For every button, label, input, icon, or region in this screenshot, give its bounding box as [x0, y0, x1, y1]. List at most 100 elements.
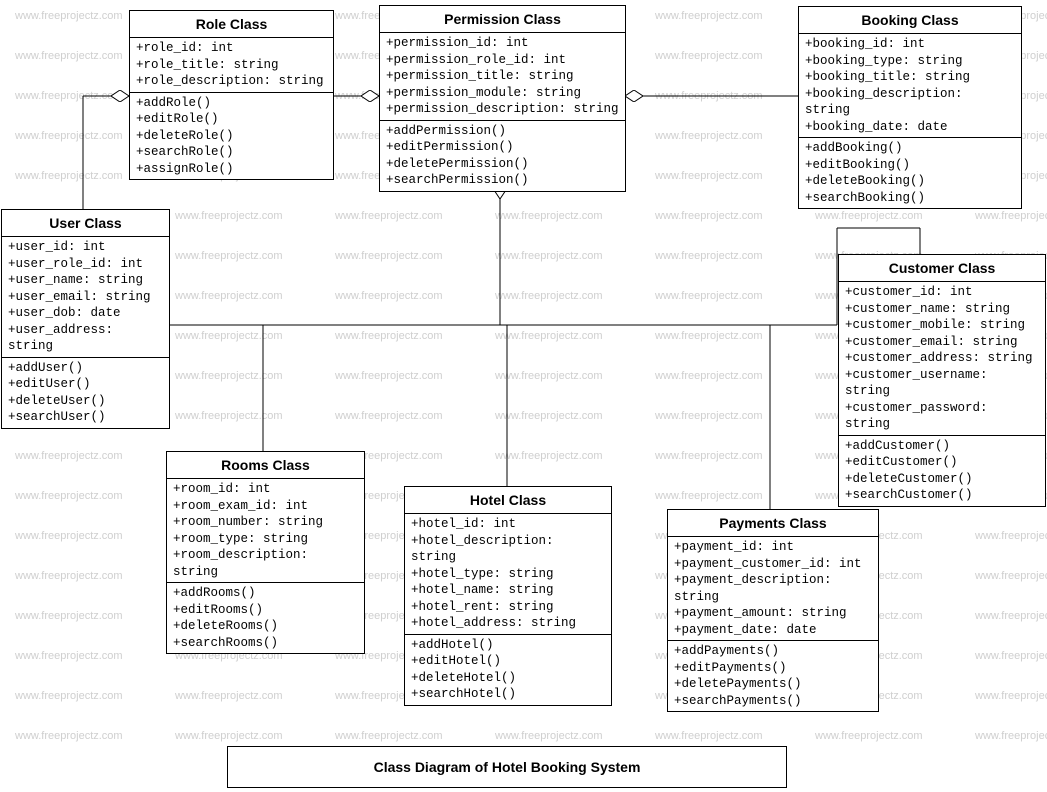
class-permission: Permission Class +permission_id: int+per…: [379, 5, 626, 192]
class-rooms: Rooms Class +room_id: int+room_exam_id: …: [166, 451, 365, 654]
class-member: +user_id: int: [8, 239, 163, 256]
class-member: +permission_description: string: [386, 101, 619, 118]
class-operations: +addHotel()+editHotel()+deleteHotel()+se…: [405, 634, 611, 705]
class-member: +customer_mobile: string: [845, 317, 1039, 334]
class-operations: +addCustomer()+editCustomer()+deleteCust…: [839, 435, 1045, 506]
class-attributes: +user_id: int+user_role_id: int+user_nam…: [2, 237, 169, 357]
class-member: +booking_title: string: [805, 69, 1015, 86]
class-member: +user_email: string: [8, 289, 163, 306]
class-attributes: +customer_id: int+customer_name: string+…: [839, 282, 1045, 435]
class-user: User Class +user_id: int+user_role_id: i…: [1, 209, 170, 429]
class-operations: +addUser()+editUser()+deleteUser()+searc…: [2, 357, 169, 428]
class-member: +searchRooms(): [173, 635, 358, 652]
class-member: +hotel_type: string: [411, 566, 605, 583]
class-member: +customer_address: string: [845, 350, 1039, 367]
class-hotel: Hotel Class +hotel_id: int+hotel_descrip…: [404, 486, 612, 706]
class-operations: +addRole()+editRole()+deleteRole()+searc…: [130, 92, 333, 180]
class-member: +booking_type: string: [805, 53, 1015, 70]
class-member: +addRooms(): [173, 585, 358, 602]
class-member: +addPermission(): [386, 123, 619, 140]
class-member: +user_name: string: [8, 272, 163, 289]
class-member: +deleteRooms(): [173, 618, 358, 635]
class-member: +customer_id: int: [845, 284, 1039, 301]
class-member: +customer_password: string: [845, 400, 1039, 433]
class-operations: +addPermission()+editPermission()+delete…: [380, 120, 625, 191]
diagram-canvas: www.freeprojectz.comwww.freeprojectz.com…: [0, 0, 1047, 792]
class-member: +room_exam_id: int: [173, 498, 358, 515]
class-operations: +addBooking()+editBooking()+deleteBookin…: [799, 137, 1021, 208]
class-title: Customer Class: [839, 255, 1045, 282]
class-member: +addBooking(): [805, 140, 1015, 157]
class-member: +permission_title: string: [386, 68, 619, 85]
class-member: +deleteUser(): [8, 393, 163, 410]
class-member: +permission_id: int: [386, 35, 619, 52]
class-title: User Class: [2, 210, 169, 237]
class-member: +payment_customer_id: int: [674, 556, 872, 573]
class-operations: +addPayments()+editPayments()+deletePaym…: [668, 640, 878, 711]
class-member: +addUser(): [8, 360, 163, 377]
class-member: +user_role_id: int: [8, 256, 163, 273]
class-member: +customer_email: string: [845, 334, 1039, 351]
class-member: +deleteRole(): [136, 128, 327, 145]
class-member: +editPermission(): [386, 139, 619, 156]
class-attributes: +booking_id: int+booking_type: string+bo…: [799, 34, 1021, 137]
class-member: +permission_role_id: int: [386, 52, 619, 69]
class-member: +booking_date: date: [805, 119, 1015, 136]
class-member: +payment_id: int: [674, 539, 872, 556]
class-member: +room_description: string: [173, 547, 358, 580]
class-member: +searchHotel(): [411, 686, 605, 703]
class-member: +hotel_description: string: [411, 533, 605, 566]
class-member: +editPayments(): [674, 660, 872, 677]
class-member: +user_dob: date: [8, 305, 163, 322]
class-title: Permission Class: [380, 6, 625, 33]
class-member: +payment_description: string: [674, 572, 872, 605]
class-member: +payment_amount: string: [674, 605, 872, 622]
class-role: Role Class +role_id: int+role_title: str…: [129, 10, 334, 180]
class-member: +role_id: int: [136, 40, 327, 57]
class-member: +searchPayments(): [674, 693, 872, 710]
class-member: +addRole(): [136, 95, 327, 112]
class-booking: Booking Class +booking_id: int+booking_t…: [798, 6, 1022, 209]
class-member: +searchCustomer(): [845, 487, 1039, 504]
diagram-caption: Class Diagram of Hotel Booking System: [227, 746, 787, 788]
class-member: +searchBooking(): [805, 190, 1015, 207]
class-title: Rooms Class: [167, 452, 364, 479]
class-member: +hotel_name: string: [411, 582, 605, 599]
class-attributes: +role_id: int+role_title: string+role_de…: [130, 38, 333, 92]
class-member: +deletePayments(): [674, 676, 872, 693]
class-member: +searchUser(): [8, 409, 163, 426]
class-member: +editCustomer(): [845, 454, 1039, 471]
class-member: +assignRole(): [136, 161, 327, 178]
class-member: +room_number: string: [173, 514, 358, 531]
class-member: +customer_username: string: [845, 367, 1039, 400]
class-member: +hotel_rent: string: [411, 599, 605, 616]
class-member: +deletePermission(): [386, 156, 619, 173]
class-member: +editRooms(): [173, 602, 358, 619]
class-member: +room_id: int: [173, 481, 358, 498]
class-attributes: +room_id: int+room_exam_id: int+room_num…: [167, 479, 364, 582]
class-member: +editHotel(): [411, 653, 605, 670]
class-title: Booking Class: [799, 7, 1021, 34]
class-member: +user_address: string: [8, 322, 163, 355]
class-member: +permission_module: string: [386, 85, 619, 102]
class-member: +searchRole(): [136, 144, 327, 161]
class-payments: Payments Class +payment_id: int+payment_…: [667, 509, 879, 712]
class-member: +addCustomer(): [845, 438, 1039, 455]
class-attributes: +payment_id: int+payment_customer_id: in…: [668, 537, 878, 640]
class-member: +searchPermission(): [386, 172, 619, 189]
class-member: +addHotel(): [411, 637, 605, 654]
class-member: +hotel_address: string: [411, 615, 605, 632]
class-attributes: +permission_id: int+permission_role_id: …: [380, 33, 625, 120]
class-member: +editRole(): [136, 111, 327, 128]
class-member: +deleteHotel(): [411, 670, 605, 687]
class-title: Hotel Class: [405, 487, 611, 514]
class-member: +role_description: string: [136, 73, 327, 90]
class-member: +deleteCustomer(): [845, 471, 1039, 488]
class-member: +room_type: string: [173, 531, 358, 548]
class-member: +editUser(): [8, 376, 163, 393]
class-operations: +addRooms()+editRooms()+deleteRooms()+se…: [167, 582, 364, 653]
class-member: +deleteBooking(): [805, 173, 1015, 190]
class-title: Role Class: [130, 11, 333, 38]
class-member: +editBooking(): [805, 157, 1015, 174]
class-member: +booking_description: string: [805, 86, 1015, 119]
